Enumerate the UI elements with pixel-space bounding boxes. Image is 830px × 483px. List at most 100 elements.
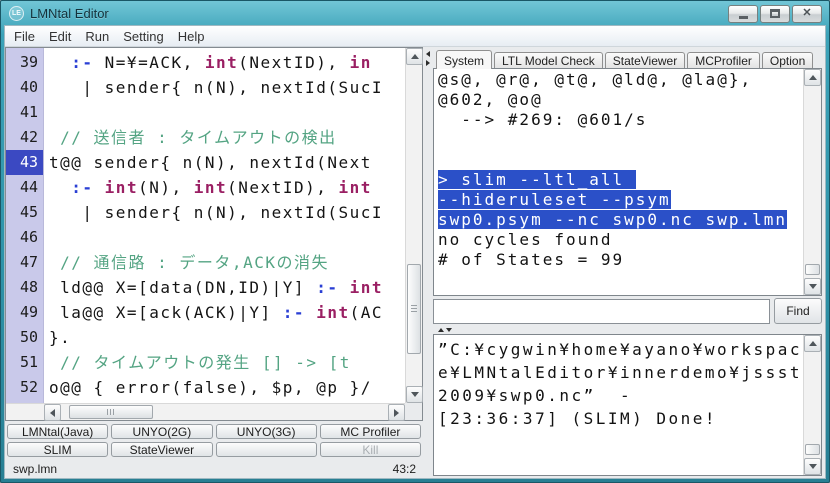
scroll-right-button[interactable]	[388, 404, 405, 421]
tab-bar: SystemLTL Model CheckStateViewerMCProfil…	[433, 47, 822, 68]
code-token: la@@ X=[ack(ACK)|Y]	[49, 303, 283, 322]
code-editor[interactable]: 3940414243444546474849505152 :- N=¥=ACK,…	[5, 47, 423, 421]
code-line: :- int(N), int(NextID), int	[49, 175, 405, 200]
console-line: > slim --ltl_all	[438, 170, 803, 190]
console-output[interactable]: @s@, @r@, @t@, @ld@, @la@},@602, @o@ -->…	[434, 69, 803, 295]
scroll-down-button[interactable]	[804, 458, 821, 475]
keyword-token: int	[205, 53, 238, 72]
slim-button[interactable]: SLIM	[7, 442, 108, 457]
log-line: 2009¥swp0.nc” -	[438, 384, 803, 407]
lmntal-java-button[interactable]: LMNtal(Java)	[7, 424, 108, 439]
collapse-right-icon[interactable]	[426, 60, 430, 66]
console-panel: SystemLTL Model CheckStateViewerMCProfil…	[433, 47, 825, 478]
run-button-grid: LMNtal(Java)UNYO(2G) UNYO(3G)MC Profiler S…	[5, 421, 423, 459]
menu-item-edit[interactable]: Edit	[42, 27, 78, 46]
selected-text: swp0.psym --nc swp0.nc swp.lmn	[438, 210, 787, 229]
unyo-3g-button[interactable]: UNYO(3G)	[216, 424, 317, 439]
unyo-2g-button[interactable]: UNYO(2G)	[111, 424, 212, 439]
scroll-track[interactable]	[61, 404, 388, 420]
find-button[interactable]: Find	[774, 298, 822, 324]
code-line: ld@@ X=[data(DN,ID)|Y] :- int	[49, 275, 405, 300]
minimize-button[interactable]	[728, 5, 758, 23]
collapse-left-icon[interactable]	[426, 51, 430, 57]
tab-system[interactable]: System	[436, 50, 492, 69]
arrow-up-icon	[809, 75, 817, 80]
tab-mcprofiler[interactable]: MCProfiler	[687, 52, 760, 68]
menu-item-help[interactable]: Help	[171, 27, 212, 46]
scroll-down-button[interactable]	[804, 278, 821, 295]
collapse-up-icon[interactable]	[438, 328, 444, 332]
code-line: :- N=¥=ACK, int(NextID), in	[49, 50, 405, 75]
scroll-thumb[interactable]	[805, 264, 820, 275]
scroll-up-button[interactable]	[804, 335, 821, 352]
scroll-thumb[interactable]	[805, 444, 820, 455]
scroll-thumb[interactable]	[407, 264, 421, 354]
scroll-down-button[interactable]	[406, 386, 423, 403]
code-line: la@@ X=[ack(ACK)|Y] :- int(AC	[49, 300, 405, 325]
window-title: LMNtal Editor	[30, 6, 728, 21]
stateviewer-button[interactable]: StateViewer	[111, 442, 212, 457]
arrow-up-icon	[809, 341, 817, 346]
find-input[interactable]	[433, 299, 770, 324]
keyword-token: int	[194, 178, 227, 197]
menu-item-run[interactable]: Run	[78, 27, 116, 46]
console-line: swp0.psym --nc swp0.nc swp.lmn	[438, 210, 803, 230]
tab-stateviewer[interactable]: StateViewer	[605, 52, 685, 68]
app-window: LE LMNtal Editor ✕ FileEditRunSettingHel…	[0, 0, 830, 483]
code-area[interactable]: :- N=¥=ACK, int(NextID), in | sender{ n(…	[44, 48, 405, 403]
menu-item-setting[interactable]: Setting	[116, 27, 170, 46]
line-number: 48	[6, 275, 43, 300]
editor-panel: 3940414243444546474849505152 :- N=¥=ACK,…	[5, 47, 423, 478]
editor-vertical-scrollbar[interactable]	[405, 48, 422, 403]
editor-horizontal-scrollbar[interactable]	[44, 403, 405, 420]
code-token	[94, 178, 105, 197]
code-token	[49, 53, 71, 72]
panel-splitter[interactable]	[423, 47, 433, 478]
line-number: 41	[6, 100, 43, 125]
code-line	[49, 225, 405, 250]
scroll-left-button[interactable]	[44, 404, 61, 421]
blank-button[interactable]	[216, 442, 317, 457]
comment-token: // 通信路 : データ,ACKの消失	[49, 253, 340, 272]
code-token: | sender{ n(N), nextId(SucI	[49, 78, 383, 97]
menu-item-file[interactable]: File	[7, 27, 42, 46]
scroll-track[interactable]	[804, 352, 821, 458]
keyword-token: in	[350, 53, 372, 72]
code-token: }.	[49, 328, 71, 347]
code-token: (NextID),	[238, 53, 349, 72]
code-line	[49, 100, 405, 125]
console-vertical-scrollbar[interactable]	[803, 69, 821, 295]
log-line: [23:36:37] (SLIM) Done!	[438, 407, 803, 430]
arrow-left-icon	[50, 409, 55, 417]
operator-token: :-	[71, 178, 93, 197]
mc-profiler-button[interactable]: MC Profiler	[320, 424, 421, 439]
message-log[interactable]: ”C:¥cygwin¥home¥ayano¥workspace¥LMNtalEd…	[433, 334, 822, 476]
scroll-up-button[interactable]	[406, 48, 423, 65]
scroll-thumb[interactable]	[69, 405, 153, 419]
scroll-track[interactable]	[406, 65, 422, 386]
kill-button: Kill	[320, 442, 421, 457]
tab-option[interactable]: Option	[762, 52, 813, 68]
code-token: | sender{ n(N), nextId(SucI	[49, 203, 383, 222]
grip-icon	[411, 305, 417, 312]
log-vertical-scrollbar[interactable]	[803, 335, 821, 475]
log-output[interactable]: ”C:¥cygwin¥home¥ayano¥workspace¥LMNtalEd…	[434, 335, 803, 475]
console-splitter[interactable]	[433, 326, 822, 334]
grip-icon	[107, 409, 114, 415]
console-line: @s@, @r@, @t@, @ld@, @la@},	[438, 70, 803, 90]
status-bar: swp.lmn 43:2	[5, 459, 423, 478]
line-number: 40	[6, 75, 43, 100]
code-token: ld@@ X=[data(DN,ID)|Y]	[49, 278, 316, 297]
scrollbar-corner	[405, 403, 422, 420]
console-line	[438, 150, 803, 170]
scroll-track[interactable]	[804, 86, 821, 278]
collapse-down-icon[interactable]	[446, 328, 452, 332]
system-console[interactable]: @s@, @r@, @t@, @ld@, @la@},@602, @o@ -->…	[433, 68, 822, 296]
selected-text: --hideruleset --psym	[438, 190, 671, 209]
tab-ltl-model-check[interactable]: LTL Model Check	[494, 52, 603, 68]
title-bar[interactable]: LE LMNtal Editor ✕	[4, 1, 826, 25]
scroll-up-button[interactable]	[804, 69, 821, 86]
close-button[interactable]: ✕	[792, 5, 822, 23]
line-number-gutter: 3940414243444546474849505152	[6, 48, 44, 403]
maximize-button[interactable]	[760, 5, 790, 23]
